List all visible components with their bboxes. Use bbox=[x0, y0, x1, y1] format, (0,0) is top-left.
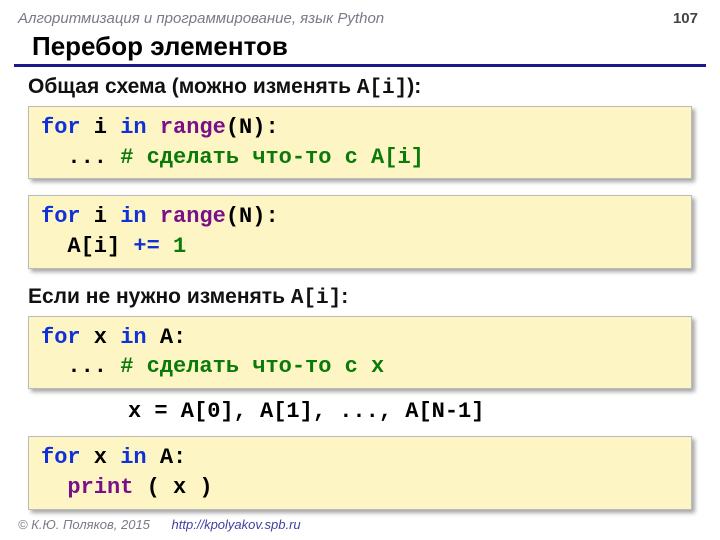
code-text: i bbox=[81, 115, 121, 140]
code-text: A: bbox=[147, 445, 187, 470]
code-block-4: for x in A: print ( x ) bbox=[28, 436, 692, 509]
code-text: i bbox=[81, 204, 121, 229]
subheading-2-text: Если не нужно изменять bbox=[28, 285, 291, 308]
code-text: ( x ) bbox=[133, 475, 212, 500]
code-text: A[i] bbox=[41, 234, 133, 259]
code-text: (N): bbox=[226, 115, 279, 140]
code-block-2: for i in range(N): A[i] += 1 bbox=[28, 195, 692, 268]
kw-in: in bbox=[120, 204, 146, 229]
code-text bbox=[41, 475, 67, 500]
slide-title: Перебор элементов bbox=[14, 27, 706, 67]
code-text: ... bbox=[41, 145, 120, 170]
literal-1: 1 bbox=[173, 234, 186, 259]
footer-url: http://kpolyakov.spb.ru bbox=[172, 517, 301, 532]
kw-in: in bbox=[120, 445, 146, 470]
subheading-1-code: A[i] bbox=[357, 77, 407, 100]
kw-for: for bbox=[41, 445, 81, 470]
code-block-3: for x in A: ... # сделать что-то c x bbox=[28, 316, 692, 389]
kw-in: in bbox=[120, 325, 146, 350]
code-text bbox=[160, 234, 173, 259]
code-text: (N): bbox=[226, 204, 279, 229]
code-text: x bbox=[81, 325, 121, 350]
copyright: © К.Ю. Поляков, 2015 bbox=[18, 517, 150, 532]
fn-range: range bbox=[160, 204, 226, 229]
subheading-1-suffix: ): bbox=[407, 75, 421, 98]
page-number: 107 bbox=[673, 10, 698, 27]
breadcrumb: Алгоритмизация и программирование, язык … bbox=[0, 0, 720, 27]
code-block-1: for i in range(N): ... # сделать что-то … bbox=[28, 106, 692, 179]
kw-for: for bbox=[41, 204, 81, 229]
subheading-1: Общая схема (можно изменять A[i]): bbox=[28, 75, 692, 100]
code-text: ... bbox=[41, 354, 120, 379]
subheading-2-code: A[i] bbox=[291, 287, 341, 310]
code-text bbox=[147, 204, 160, 229]
op-plus-eq: += bbox=[133, 234, 159, 259]
fn-range: range bbox=[160, 115, 226, 140]
comment: # сделать что-то c x bbox=[120, 354, 384, 379]
subheading-2: Если не нужно изменять A[i]: bbox=[28, 285, 692, 310]
kw-in: in bbox=[120, 115, 146, 140]
kw-for: for bbox=[41, 325, 81, 350]
kw-for: for bbox=[41, 115, 81, 140]
code-text: A: bbox=[147, 325, 187, 350]
code-text: x bbox=[81, 445, 121, 470]
subheading-1-text: Общая схема (можно изменять bbox=[28, 75, 357, 98]
footer: © К.Ю. Поляков, 2015 http://kpolyakov.sp… bbox=[18, 517, 301, 532]
comment: # сделать что-то c A[i] bbox=[120, 145, 424, 170]
fn-print: print bbox=[67, 475, 133, 500]
iteration-note: x = A[0], A[1], ..., A[N-1] bbox=[128, 399, 692, 424]
subheading-2-suffix: : bbox=[341, 285, 348, 308]
code-text bbox=[147, 115, 160, 140]
